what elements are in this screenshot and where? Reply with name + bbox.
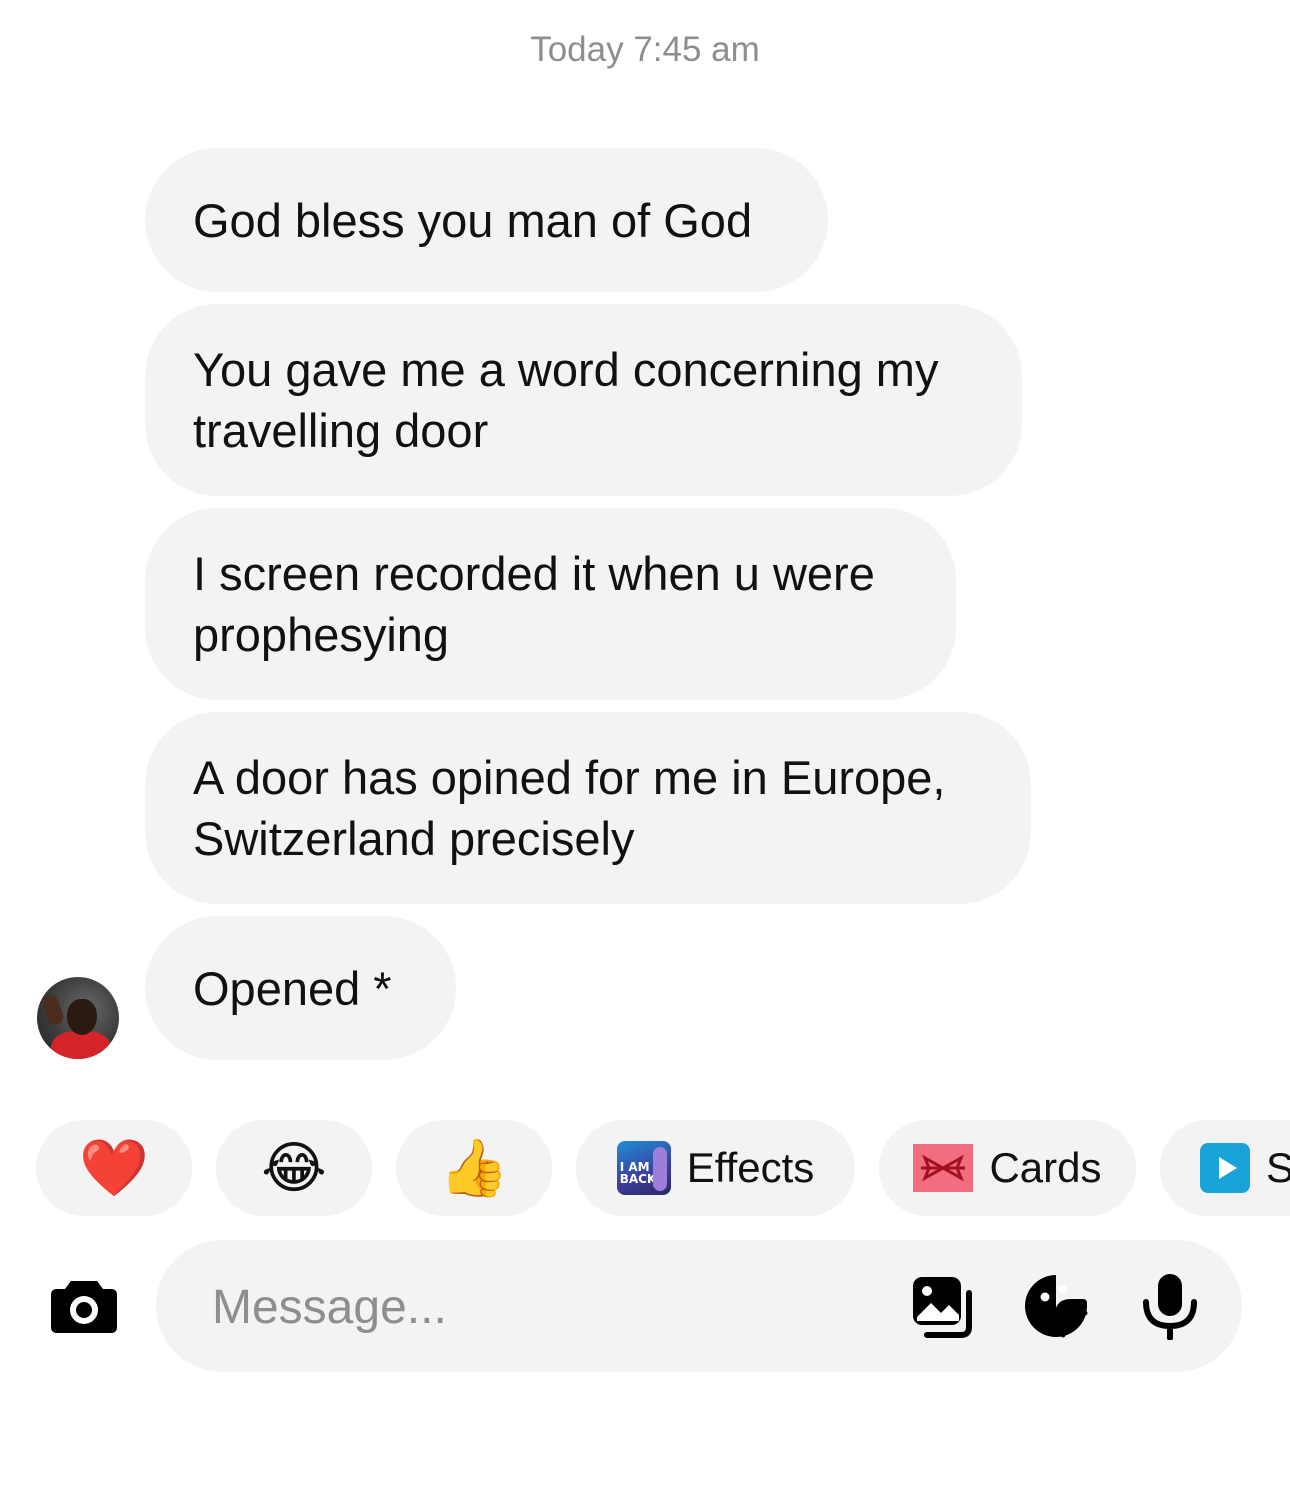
cards-button[interactable]: Cards <box>879 1120 1136 1216</box>
camera-icon <box>51 1281 117 1333</box>
effects-thumbnail-icon: I AM BACK <box>616 1141 671 1195</box>
message-bubble[interactable]: God bless you man of God <box>145 148 828 292</box>
gift-bow-icon <box>913 1144 974 1192</box>
camera-button[interactable] <box>48 1270 120 1342</box>
message-input[interactable] <box>210 1270 864 1344</box>
message-text: A door has opined for me in Europe, Swit… <box>193 751 946 865</box>
effects-label: Effects <box>686 1144 815 1191</box>
message-text: You gave me a word concerning my travell… <box>193 343 939 457</box>
avatar-face <box>67 999 97 1035</box>
bow-shape <box>921 1154 966 1182</box>
conversation-timestamp: Today 7:45 am <box>530 30 760 69</box>
gallery-icon <box>913 1277 972 1338</box>
message-composer <box>156 1240 1242 1372</box>
microphone-icon <box>1143 1274 1197 1340</box>
effects-thumbnail-text: I AM BACK <box>619 1160 657 1186</box>
message-bubble[interactable]: A door has opined for me in Europe, Swit… <box>145 712 1031 904</box>
sender-avatar[interactable] <box>37 977 119 1059</box>
clip-chip-button[interactable]: S <box>1160 1120 1290 1216</box>
heart-icon: ❤️ <box>79 1136 149 1199</box>
message-bubble[interactable]: You gave me a word concerning my travell… <box>145 304 1022 496</box>
message-text: God bless you man of God <box>193 193 753 247</box>
thumbs-up-icon: 👍 <box>439 1136 509 1199</box>
message-bubble[interactable]: Opened * <box>145 916 456 1060</box>
gallery-button[interactable] <box>906 1270 978 1342</box>
sticker-button[interactable] <box>1020 1270 1092 1342</box>
effects-button[interactable]: I AM BACK Effects <box>576 1120 855 1216</box>
avatar-hand <box>40 993 66 1027</box>
avatar-shirt <box>51 1031 111 1059</box>
clip-chip-label: S <box>1266 1144 1290 1191</box>
reaction-heart-button[interactable]: ❤️ <box>36 1120 192 1216</box>
tears-of-joy-icon: 😂 <box>261 1136 327 1199</box>
message-text: I screen recorded it when u were prophes… <box>193 547 875 661</box>
effects-thumbnail-figure <box>652 1147 667 1191</box>
play-icon <box>1200 1143 1250 1193</box>
reaction-thumbs-up-button[interactable]: 👍 <box>396 1120 552 1216</box>
sticker-icon <box>1025 1275 1088 1338</box>
message-text: Opened * <box>193 961 392 1015</box>
reaction-laugh-button[interactable]: 😂 <box>216 1120 372 1216</box>
cards-label: Cards <box>989 1144 1102 1191</box>
message-bubble[interactable]: I screen recorded it when u were prophes… <box>145 508 956 700</box>
microphone-button[interactable] <box>1134 1270 1206 1342</box>
